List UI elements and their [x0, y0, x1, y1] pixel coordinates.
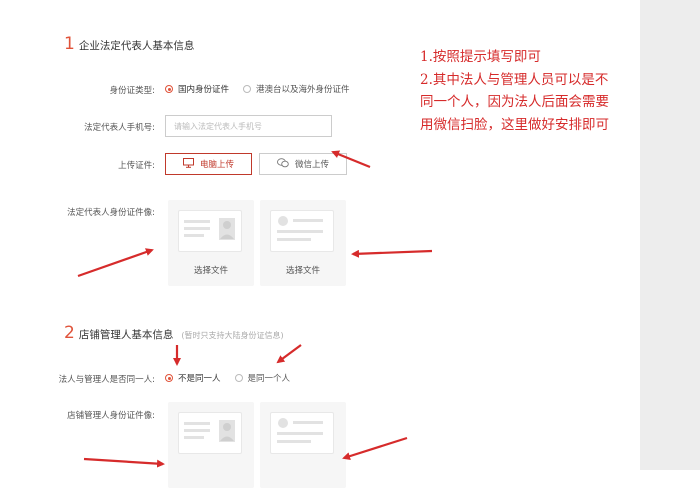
arrow-icon [77, 248, 154, 278]
arrow-icon [276, 344, 302, 364]
arrows-overlay [77, 150, 433, 468]
arrow-icon [83, 457, 165, 468]
arrow-icon [342, 436, 408, 460]
arrow-icon [351, 249, 433, 258]
arrow-icon [331, 150, 371, 169]
